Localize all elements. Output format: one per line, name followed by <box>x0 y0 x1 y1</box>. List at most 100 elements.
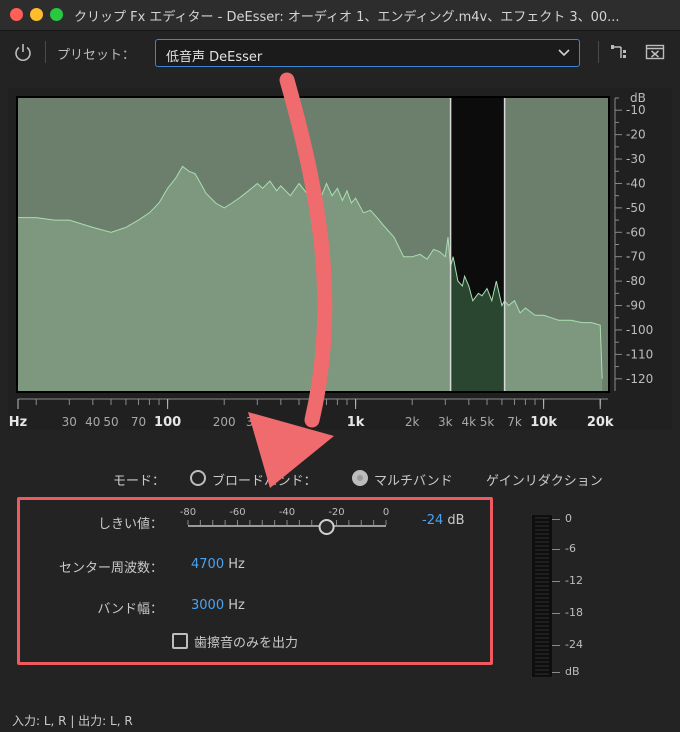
meter-segment <box>535 625 549 627</box>
mode-label: モード： <box>113 474 166 489</box>
meter-segment <box>535 621 549 623</box>
freq-tick-label: 100 <box>154 415 181 430</box>
meter-segment <box>535 537 549 539</box>
threshold-value[interactable]: -24 <box>422 513 443 528</box>
meter-segment <box>535 581 549 583</box>
preset-dropdown[interactable]: 低音声 DeEsser <box>155 39 580 67</box>
freq-tick-label: 7k <box>507 415 522 429</box>
freq-tick-label: 10k <box>530 415 557 430</box>
meter-scale-label: -6 <box>552 542 576 555</box>
meter-scale-tick <box>552 548 560 550</box>
meter-segment <box>535 605 549 607</box>
meter-segment <box>535 593 549 595</box>
preset-label: プリセット： <box>57 48 136 63</box>
broadband-label[interactable]: ブロードバンド： <box>212 470 317 489</box>
output-sibilance-label[interactable]: 歯擦音のみを出力 <box>194 632 298 651</box>
bandwidth-readout[interactable]: 3000 Hz <box>191 598 245 613</box>
meter-segment <box>535 529 549 531</box>
slider-scale-label: 0 <box>383 507 389 518</box>
meter-segment <box>535 617 549 619</box>
meter-segment <box>535 653 549 655</box>
freq-tick-label: 2k <box>405 415 420 429</box>
bandwidth-label: バンド幅： <box>97 602 163 617</box>
meter-segment <box>535 665 549 667</box>
meter-segment <box>535 649 549 651</box>
meter-scale-tick <box>552 644 560 646</box>
chevron-down-icon <box>558 49 570 57</box>
freq-tick-label: 300 <box>246 415 269 429</box>
meter-scale-text: -24 <box>565 638 583 651</box>
multiband-label[interactable]: マルチバンド <box>374 470 453 489</box>
freq-tick-label: 3k <box>438 415 453 429</box>
meter-segment <box>535 549 549 551</box>
meter-segment <box>535 637 549 639</box>
meter-segment <box>535 609 549 611</box>
db-tick-label: -80 <box>626 274 646 288</box>
meter-segment <box>535 577 549 579</box>
db-tick-label: -90 <box>626 299 646 313</box>
toolbar-divider <box>45 41 46 63</box>
meter-segment <box>535 589 549 591</box>
minimize-window-button[interactable] <box>30 8 43 21</box>
meter-scale-tick <box>552 612 560 614</box>
db-tick-label: -110 <box>626 347 653 361</box>
db-tick-label: -60 <box>626 225 646 239</box>
close-panel-icon[interactable] <box>645 43 665 61</box>
meter-segment <box>535 517 549 519</box>
close-window-button[interactable] <box>10 8 23 21</box>
meter-segment <box>535 657 549 659</box>
freq-tick-label: 1k <box>347 415 365 430</box>
meter-segment <box>535 525 549 527</box>
db-tick-label: -20 <box>626 128 646 142</box>
freq-tick-label: 50 <box>103 415 118 429</box>
slider-scale-label: -20 <box>328 507 344 518</box>
power-icon[interactable] <box>12 41 34 63</box>
meter-segment <box>535 545 549 547</box>
meter-segment <box>535 661 549 663</box>
meter-scale-tick <box>552 580 560 582</box>
db-tick-label: -30 <box>626 152 646 166</box>
meter-segment <box>535 601 549 603</box>
bandwidth-value[interactable]: 3000 <box>191 598 224 613</box>
multiband-radio[interactable] <box>352 470 368 486</box>
meter-segment <box>535 673 549 675</box>
meter-scale-text: -6 <box>565 542 576 555</box>
db-tick-label: -40 <box>626 176 646 190</box>
spectrum-graph[interactable]: dB -10 -20 -30 -40 -50 -60 -70 -80 -90 -100 -110 -12… <box>8 88 672 430</box>
meter-segment <box>535 565 549 567</box>
threshold-slider[interactable]: -80 -60 -40 -20 0 <box>178 506 398 540</box>
toolbar: プリセット： 低音声 DeEsser <box>0 31 680 77</box>
freq-tick-label: 200 <box>213 415 236 429</box>
spectrum-chart[interactable]: dB-10-20-30-40-50-60-70-80-90-100-110-12… <box>8 88 672 430</box>
maximize-window-button[interactable] <box>50 8 63 21</box>
mode-row: モード： ブロードバンド： マルチバンド ゲインリダクション <box>0 468 680 490</box>
toolbar-divider <box>598 41 599 63</box>
freq-tick-label: 70 <box>131 415 146 429</box>
threshold-readout[interactable]: -24 dB <box>422 513 465 528</box>
meter-segment <box>535 561 549 563</box>
center-frequency-readout[interactable]: 4700 Hz <box>191 557 245 572</box>
window-title: クリップ Fx エディター - DeEsser: オーディオ 1、エンディング.… <box>74 10 620 25</box>
meter-scale-label: 0 <box>552 512 572 525</box>
threshold-label: しきい値： <box>97 517 163 532</box>
preset-value: 低音声 DeEsser <box>166 50 263 65</box>
meter-segment <box>535 541 549 543</box>
slider-thumb[interactable] <box>318 519 335 535</box>
meter-scale-tick <box>552 518 560 520</box>
meter-segment <box>535 633 549 635</box>
meter-scale-text: dB <box>565 665 580 678</box>
db-tick-label: -100 <box>626 323 653 337</box>
meter-scale-text: 0 <box>565 512 572 525</box>
center-frequency-value[interactable]: 4700 <box>191 557 224 572</box>
slider-scale-label: -60 <box>229 507 245 518</box>
freq-tick-label: Hz <box>9 415 27 430</box>
freq-tick-label: 4k <box>462 415 477 429</box>
output-sibilance-checkbox[interactable] <box>172 633 188 649</box>
routing-icon[interactable] <box>609 43 629 61</box>
bandwidth-unit: Hz <box>228 598 245 613</box>
db-tick-label: -120 <box>626 372 653 386</box>
center-frequency-label: センター周波数： <box>58 561 163 576</box>
broadband-radio[interactable] <box>190 470 206 486</box>
meter-scale-text: -12 <box>565 574 583 587</box>
meter-segment <box>535 573 549 575</box>
